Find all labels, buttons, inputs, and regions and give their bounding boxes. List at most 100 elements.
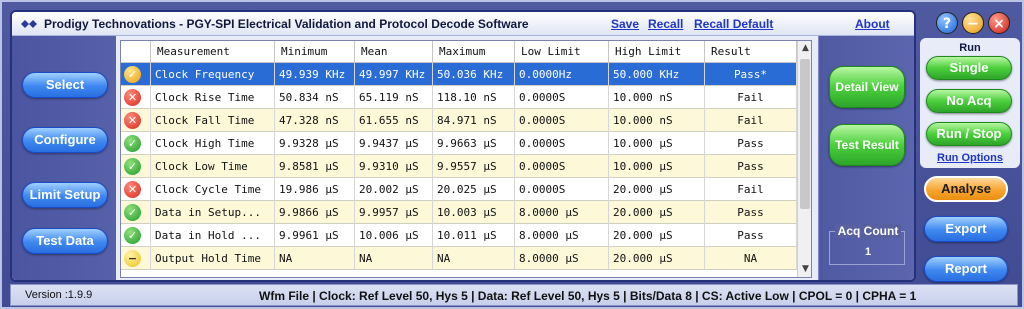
maximum-cell: 20.025 µS bbox=[433, 178, 515, 201]
check-warning-icon: ✓ bbox=[124, 66, 141, 83]
close-icon[interactable]: × bbox=[988, 12, 1010, 34]
run-panel: Run Single No Acq Run / Stop Run Options bbox=[920, 38, 1020, 168]
test-data-button[interactable]: Test Data bbox=[22, 228, 108, 254]
select-button[interactable]: Select bbox=[22, 72, 108, 98]
left-nav: Select Configure Limit Setup Test Data bbox=[12, 36, 116, 280]
single-button[interactable]: Single bbox=[926, 56, 1012, 80]
mean-cell: 9.9437 µS bbox=[355, 132, 433, 155]
table-row[interactable]: ✓ Clock Frequency 49.939 KHz 49.997 KHz … bbox=[121, 63, 797, 86]
report-button[interactable]: Report bbox=[924, 256, 1008, 282]
table-row[interactable]: ✓ Data in Setup... 9.9866 µS 9.9957 µS 1… bbox=[121, 201, 797, 224]
low-limit-cell: 0.0000S bbox=[515, 109, 609, 132]
acq-count-box: Acq Count 1 bbox=[829, 224, 905, 265]
title-bar: Prodigy Technovations - PGY-SPI Electric… bbox=[12, 12, 914, 36]
minimum-cell: NA bbox=[275, 247, 355, 270]
check-icon: ✓ bbox=[124, 135, 141, 152]
table-row[interactable]: ✓ Clock Low Time 9.8581 µS 9.9310 µS 9.9… bbox=[121, 155, 797, 178]
minimum-cell: 9.9961 µS bbox=[275, 224, 355, 247]
main-panel: Prodigy Technovations - PGY-SPI Electric… bbox=[10, 10, 916, 282]
maximum-cell: 84.971 nS bbox=[433, 109, 515, 132]
maximum-cell: 9.9557 µS bbox=[433, 155, 515, 178]
acq-count-value: 1 bbox=[864, 246, 872, 258]
minimum-cell: 9.9866 µS bbox=[275, 201, 355, 224]
mean-cell: 20.002 µS bbox=[355, 178, 433, 201]
recall-link[interactable]: Recall bbox=[648, 17, 683, 31]
measurement-cell: Clock High Time bbox=[151, 132, 275, 155]
results-table[interactable]: Measurement Minimum Mean Maximum Low Lim… bbox=[120, 40, 812, 278]
measurement-cell: Data in Setup... bbox=[151, 201, 275, 224]
status-bar: Version :1.9.9 Wfm File | Clock: Ref Lev… bbox=[10, 284, 1018, 306]
version-label: Version :1.9.9 bbox=[25, 289, 93, 301]
configure-button[interactable]: Configure bbox=[22, 127, 108, 153]
scroll-up-arrow-icon[interactable]: ▲ bbox=[798, 41, 811, 56]
table-header: Measurement Minimum Mean Maximum Low Lim… bbox=[121, 41, 797, 63]
minus-icon: − bbox=[124, 250, 141, 267]
check-icon: ✓ bbox=[124, 158, 141, 175]
result-cell: Pass* bbox=[705, 63, 797, 86]
maximum-cell: 10.011 µS bbox=[433, 224, 515, 247]
table-row[interactable]: ✓ Clock High Time 9.9328 µS 9.9437 µS 9.… bbox=[121, 132, 797, 155]
export-button[interactable]: Export bbox=[924, 216, 1008, 242]
analyse-button[interactable]: Analyse bbox=[924, 176, 1008, 202]
save-link[interactable]: Save bbox=[611, 17, 639, 31]
low-limit-cell: 8.0000 µS bbox=[515, 247, 609, 270]
check-icon: ✓ bbox=[124, 227, 141, 244]
recall-default-link[interactable]: Recall Default bbox=[694, 17, 773, 31]
maximum-cell: 9.9663 µS bbox=[433, 132, 515, 155]
result-cell: Pass bbox=[705, 224, 797, 247]
test-result-button[interactable]: Test Result bbox=[829, 124, 905, 166]
mean-cell: 49.997 KHz bbox=[355, 63, 433, 86]
column-header[interactable]: High Limit bbox=[609, 41, 705, 63]
column-header[interactable]: Result bbox=[705, 41, 797, 63]
column-header[interactable]: Measurement bbox=[151, 41, 275, 63]
minimize-icon[interactable]: − bbox=[962, 12, 984, 34]
table-row[interactable]: ✕ Clock Rise Time 50.834 nS 65.119 nS 11… bbox=[121, 86, 797, 109]
scrollbar-thumb[interactable] bbox=[800, 59, 810, 209]
limit-setup-button[interactable]: Limit Setup bbox=[22, 182, 108, 208]
minimum-cell: 50.834 nS bbox=[275, 86, 355, 109]
run-stop-button[interactable]: Run / Stop bbox=[926, 122, 1012, 146]
column-header[interactable]: Low Limit bbox=[515, 41, 609, 63]
about-link[interactable]: About bbox=[855, 17, 890, 31]
column-header[interactable]: Mean bbox=[355, 41, 433, 63]
table-row[interactable]: − Output Hold Time NA NA NA 8.0000 µS 20… bbox=[121, 247, 797, 270]
high-limit-cell: 20.000 µS bbox=[609, 247, 705, 270]
high-limit-cell: 20.000 µS bbox=[609, 178, 705, 201]
high-limit-cell: 10.000 nS bbox=[609, 109, 705, 132]
table-row[interactable]: ✕ Clock Cycle Time 19.986 µS 20.002 µS 2… bbox=[121, 178, 797, 201]
result-cell: Pass bbox=[705, 201, 797, 224]
help-icon[interactable]: ? bbox=[936, 12, 958, 34]
mean-cell: 9.9957 µS bbox=[355, 201, 433, 224]
measurement-cell: Clock Cycle Time bbox=[151, 178, 275, 201]
measurement-cell: Data in Hold ... bbox=[151, 224, 275, 247]
detail-view-button[interactable]: Detail View bbox=[829, 66, 905, 108]
mean-cell: 61.655 nS bbox=[355, 109, 433, 132]
run-options-link[interactable]: Run Options bbox=[920, 152, 1020, 164]
acq-count-label: Acq Count bbox=[834, 224, 902, 238]
measurement-cell: Clock Rise Time bbox=[151, 86, 275, 109]
vertical-scrollbar[interactable]: ▲ ▼ bbox=[797, 41, 811, 277]
table-row[interactable]: ✕ Clock Fall Time 47.328 nS 61.655 nS 84… bbox=[121, 109, 797, 132]
maximum-cell: 50.036 KHz bbox=[433, 63, 515, 86]
column-header[interactable]: Maximum bbox=[433, 41, 515, 63]
minimum-cell: 49.939 KHz bbox=[275, 63, 355, 86]
x-icon: ✕ bbox=[124, 89, 141, 106]
app-window: Prodigy Technovations - PGY-SPI Electric… bbox=[0, 0, 1024, 309]
side-panel: ? − × Run Single No Acq Run / Stop Run O… bbox=[920, 6, 1020, 307]
low-limit-cell: 0.0000S bbox=[515, 155, 609, 178]
scroll-down-arrow-icon[interactable]: ▼ bbox=[798, 262, 811, 277]
no-acq-button[interactable]: No Acq bbox=[926, 89, 1012, 113]
run-label: Run bbox=[959, 42, 981, 54]
high-limit-cell: 10.000 µS bbox=[609, 155, 705, 178]
status-column-header bbox=[121, 41, 151, 63]
maximum-cell: NA bbox=[433, 247, 515, 270]
table-row[interactable]: ✓ Data in Hold ... 9.9961 µS 10.006 µS 1… bbox=[121, 224, 797, 247]
app-title: Prodigy Technovations - PGY-SPI Electric… bbox=[44, 17, 529, 31]
column-header[interactable]: Minimum bbox=[275, 41, 355, 63]
measurement-cell: Clock Frequency bbox=[151, 63, 275, 86]
actions-panel: Detail View Test Result Acq Count 1 bbox=[818, 36, 914, 280]
minimum-cell: 47.328 nS bbox=[275, 109, 355, 132]
mean-cell: 65.119 nS bbox=[355, 86, 433, 109]
high-limit-cell: 10.000 µS bbox=[609, 132, 705, 155]
maximum-cell: 10.003 µS bbox=[433, 201, 515, 224]
